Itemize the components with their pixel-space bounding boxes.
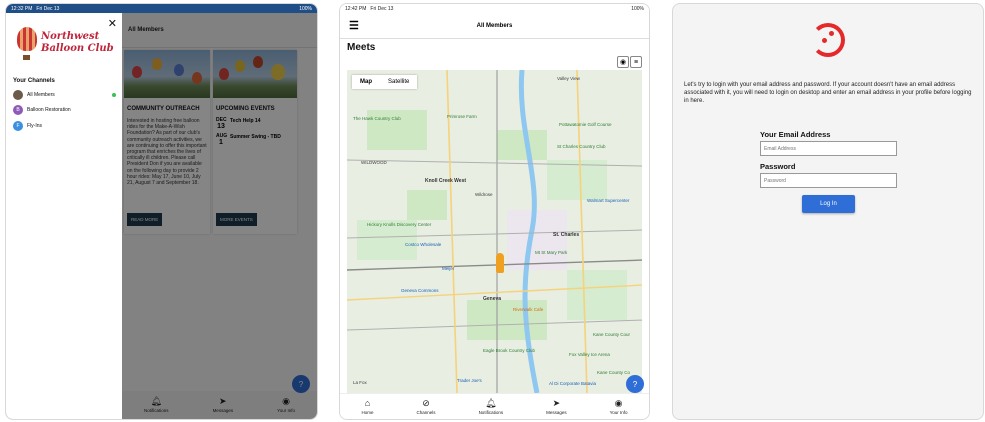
map-label: Al Di Corporate Batavia: [549, 381, 597, 386]
tab-home[interactable]: ⌂ Home: [361, 397, 374, 415]
map-label: Walmart Supercenter: [587, 198, 630, 203]
tab-your-info[interactable]: ◉ Your Info: [609, 397, 628, 415]
password-label: Password: [760, 162, 796, 171]
channel-item-balloon-restoration[interactable]: B Balloon Restoration: [13, 105, 116, 115]
map-label: St Charles Country Club: [557, 144, 606, 149]
map-label: The Hawk Country Club: [353, 116, 401, 121]
status-bar: 12:32 PM Fri Dec 13 100%: [6, 4, 317, 13]
map-label: St. Charles: [553, 232, 580, 238]
club-logo: Northwest Balloon Club: [15, 27, 115, 63]
channels-drawer: ✕ Northwest Balloon Club Your Channels A…: [6, 13, 122, 419]
online-indicator: [112, 93, 116, 97]
map-label: Knoll Creek West: [425, 178, 467, 184]
status-time: 12:32 PM: [11, 5, 33, 12]
status-date: Fri Dec 13: [370, 5, 394, 12]
street-view-pegman-icon[interactable]: [496, 253, 504, 273]
tab-label: Notifications: [478, 409, 504, 415]
map-label: Valley View: [557, 76, 580, 81]
channel-label: Fly-Ins: [27, 123, 42, 129]
map-label: Geneva: [483, 296, 502, 302]
channel-item-all-members[interactable]: All Members: [13, 90, 116, 100]
help-icon: ?: [632, 379, 638, 389]
map-label: WILDWOOD: [361, 160, 387, 165]
map-label: Costco Wholesale: [405, 242, 442, 247]
map-label: Eagle Brook Country Club: [483, 348, 536, 353]
page-header: ☰ All Members: [340, 13, 649, 39]
compass-icon: ⊘: [422, 397, 430, 408]
map-label: La Fox: [353, 380, 367, 385]
email-field[interactable]: [760, 141, 897, 156]
tab-messages[interactable]: ➤ Messages: [546, 397, 567, 415]
channel-item-fly-ins[interactable]: F Fly-Ins: [13, 121, 116, 131]
avatar: B: [13, 105, 23, 115]
list-icon[interactable]: ≡: [630, 56, 642, 68]
map-label: Geneva Commons: [401, 288, 439, 293]
map-label: Pottawatomie Golf Course: [559, 122, 612, 127]
tab-label: Messages: [546, 409, 567, 415]
map-type-toggle: Map Satellite: [352, 75, 418, 89]
tab-channels[interactable]: ⊘ Channels: [416, 397, 436, 415]
club-name: Northwest Balloon Club: [41, 31, 114, 54]
map-label: Kane County Cour: [593, 332, 631, 337]
status-bar: 12:42 PM Fri Dec 13 100%: [340, 4, 649, 13]
menu-icon[interactable]: ☰: [349, 19, 359, 32]
password-field[interactable]: [760, 173, 897, 188]
app-logo-icon: [811, 23, 845, 57]
status-date: Fri Dec 13: [36, 5, 60, 12]
channels-heading: Your Channels: [13, 78, 55, 84]
map-label: Kane County Co: [597, 370, 631, 375]
person-icon: ◉: [614, 397, 623, 408]
bell-icon: 🔔︎: [485, 397, 497, 408]
channel-label: All Members: [27, 92, 55, 98]
status-battery: 100%: [299, 5, 312, 12]
login-button[interactable]: Log In: [802, 195, 855, 213]
status-time: 12:42 PM: [345, 5, 367, 12]
email-label: Your Email Address: [760, 130, 831, 139]
avatar: F: [13, 121, 23, 131]
screenshot-meets-map: 12:42 PM Fri Dec 13 100% ☰ All Members M…: [339, 3, 650, 420]
status-battery: 100%: [631, 5, 644, 12]
home-icon: ⌂: [364, 397, 371, 408]
screenshot-channels-drawer: 12:32 PM Fri Dec 13 100% All Members COM…: [5, 3, 318, 420]
avatar: [13, 90, 23, 100]
map-label: Primrose Farm: [447, 114, 477, 119]
map-label: Meijer: [442, 266, 455, 271]
tab-notifications[interactable]: 🔔︎ Notifications: [478, 397, 504, 415]
map-label: Trader Joe's: [457, 378, 482, 383]
tab-label: Home: [361, 409, 374, 415]
map-label: Fox Valley Ice Arena: [569, 352, 610, 357]
satellite-tab[interactable]: Satellite: [380, 75, 417, 89]
map-label: Wildrose: [475, 192, 493, 197]
login-instructions: Let's try to login with your email addre…: [684, 82, 972, 104]
eye-icon[interactable]: ◉: [617, 56, 629, 68]
map-tab[interactable]: Map: [352, 75, 380, 89]
map-label: Mt St Mary Park: [535, 250, 568, 255]
channel-label: Balloon Restoration: [27, 107, 71, 113]
tab-label: Your Info: [609, 409, 628, 415]
balloon-icon: [17, 27, 37, 51]
tab-label: Channels: [416, 409, 436, 415]
help-button[interactable]: ?: [626, 375, 644, 393]
map-view[interactable]: Map Satellite Valley View The Hawk Count…: [347, 70, 642, 393]
tab-bar: ⌂ Home ⊘ Channels 🔔︎ Notifications ➤ Message…: [340, 393, 649, 419]
map-label: Riverwalk Cafe: [513, 307, 544, 312]
page-title: All Members: [476, 22, 513, 29]
screenshot-login: Let's try to login with your email addre…: [672, 3, 984, 420]
map-label: Hickory Knolls Discovery Center: [367, 222, 432, 227]
section-title: Meets: [347, 42, 376, 53]
send-icon: ➤: [552, 397, 561, 408]
